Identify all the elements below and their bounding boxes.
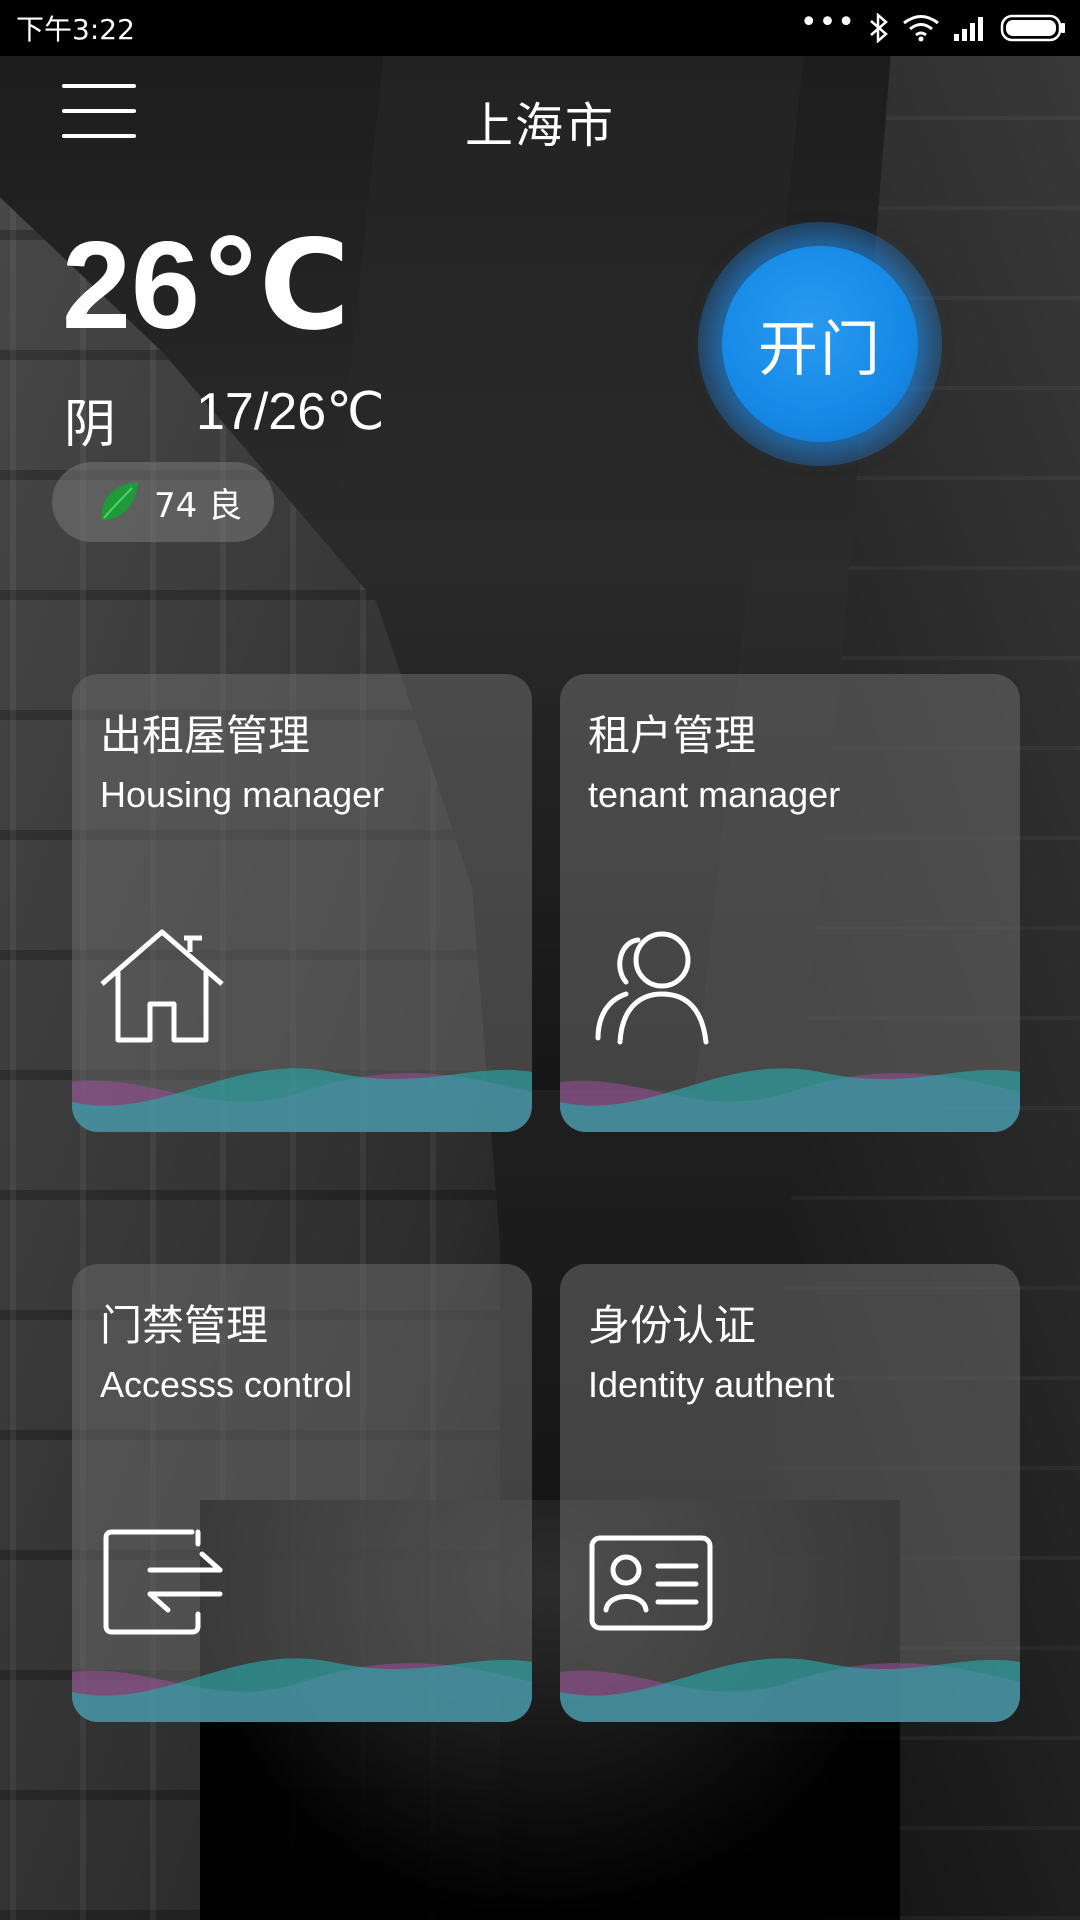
tile-title-en: Identity authent bbox=[588, 1364, 835, 1405]
tile-wave-decoration bbox=[560, 1658, 1020, 1722]
city-title[interactable]: 上海市 bbox=[0, 86, 1080, 156]
tile-title-cn: 门禁管理 bbox=[100, 1301, 269, 1350]
more-dots-icon: ••• bbox=[799, 5, 856, 40]
open-door-button[interactable]: 开门 bbox=[698, 222, 942, 466]
users-icon bbox=[595, 931, 709, 1045]
tile-title-en: Housing manager bbox=[100, 774, 385, 815]
open-door-label: 开门 bbox=[722, 246, 918, 442]
house-icon bbox=[100, 929, 224, 1043]
tile-title-cn: 出租屋管理 bbox=[100, 711, 311, 760]
tile-wave-decoration bbox=[560, 1068, 1020, 1132]
tile-title-en: Accesss control bbox=[100, 1364, 353, 1405]
tile-access-control[interactable]: 门禁管理 Accesss control bbox=[72, 1264, 532, 1722]
access-exchange-icon bbox=[103, 1529, 223, 1635]
status-icons: ••• bbox=[800, 8, 1066, 43]
tile-wave-decoration bbox=[72, 1658, 532, 1722]
battery-icon bbox=[1000, 14, 1065, 42]
air-quality-value: 74 良 bbox=[154, 485, 243, 526]
status-bar: 下午3:22 ••• bbox=[0, 0, 1080, 56]
current-temperature: 26℃ bbox=[62, 217, 351, 355]
leaf-icon bbox=[101, 482, 138, 520]
weather-condition-row: 阴 17/26℃ bbox=[64, 382, 385, 457]
app-header: 上海市 bbox=[0, 56, 1080, 176]
temperature-range: 17/26℃ bbox=[196, 383, 385, 441]
weather-condition: 阴 bbox=[64, 395, 117, 455]
bluetooth-icon bbox=[870, 13, 888, 43]
id-card-icon bbox=[589, 1535, 713, 1631]
status-time: 下午3:22 bbox=[16, 13, 135, 46]
air-quality-badge: 74 良 bbox=[52, 462, 274, 542]
tile-wave-decoration bbox=[72, 1068, 532, 1132]
wifi-icon bbox=[903, 15, 939, 42]
tile-title-cn: 身份认证 bbox=[588, 1301, 757, 1350]
tile-identity-authentication[interactable]: 身份认证 Identity authent bbox=[560, 1264, 1020, 1722]
app-screen: 下午3:22 ••• 上海市 26℃ 阴 17/26℃ 74 良 开门 出租屋管… bbox=[0, 0, 1080, 1920]
tile-tenant-manager[interactable]: 租户管理 tenant manager bbox=[560, 674, 1020, 1132]
signal-icon bbox=[954, 17, 983, 41]
tile-title-en: tenant manager bbox=[588, 774, 841, 815]
tile-housing-manager[interactable]: 出租屋管理 Housing manager bbox=[72, 674, 532, 1132]
tile-title-cn: 租户管理 bbox=[588, 711, 757, 760]
